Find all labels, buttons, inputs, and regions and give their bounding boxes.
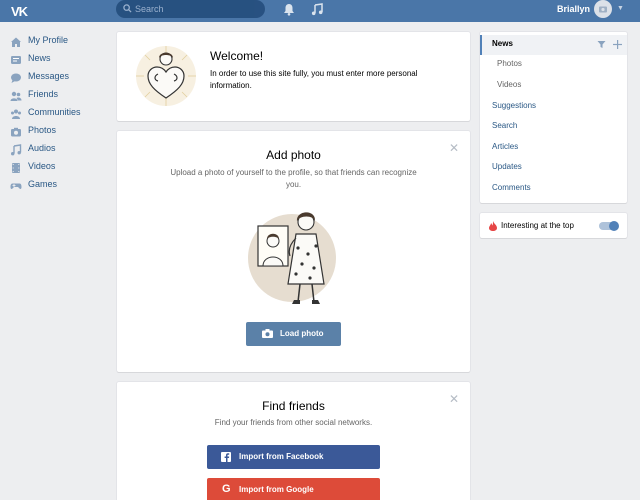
bell-icon[interactable]	[283, 3, 295, 16]
find-friends-title: Find friends	[262, 399, 325, 413]
home-icon	[11, 37, 21, 47]
sidebar-item-label: Games	[28, 179, 58, 189]
search-icon	[123, 4, 132, 13]
interesting-toggle-card[interactable]: Interesting at the top	[480, 213, 627, 238]
sidebar-item-photos[interactable]: Photos	[10, 124, 105, 142]
welcome-title: Welcome!	[210, 49, 264, 63]
add-photo-illustration	[248, 212, 336, 304]
find-friends-card: ✕ Find friends Find your friends from ot…	[117, 382, 470, 500]
sidebar-item-label: News	[28, 53, 51, 63]
sidebar-item-games[interactable]: Games	[10, 178, 105, 196]
sidebar-item-label: Audios	[28, 143, 56, 153]
communities-icon	[11, 109, 21, 119]
sidebar-item-label: My Profile	[28, 35, 69, 45]
right-nav-label: Videos	[497, 80, 522, 89]
fire-icon	[489, 221, 497, 231]
right-nav-label: News	[492, 39, 513, 48]
right-nav: News Photos Videos Suggestions Search Ar…	[480, 32, 627, 203]
google-icon: G	[222, 483, 231, 495]
music-icon	[11, 144, 22, 156]
import-facebook-label: Import from Facebook	[239, 452, 324, 461]
camera-icon	[599, 6, 607, 13]
sidebar-item-news[interactable]: News	[10, 52, 105, 70]
sidebar-item-audios[interactable]: Audios	[10, 142, 105, 160]
filter-icon[interactable]	[597, 40, 606, 49]
toggle-knob	[609, 221, 619, 231]
welcome-card: Welcome! In order to use this site fully…	[117, 32, 470, 121]
right-nav-label: Updates	[492, 162, 522, 171]
add-photo-subtitle: Upload a photo of yourself to the profil…	[170, 168, 417, 189]
right-nav-label: Photos	[497, 59, 522, 68]
sidebar-item-messages[interactable]: Messages	[10, 70, 105, 88]
sidebar-item-videos[interactable]: Videos	[10, 160, 105, 178]
sidebar-item-label: Photos	[28, 125, 57, 135]
right-nav-item-suggestions[interactable]: Suggestions	[480, 97, 627, 117]
camera-icon	[11, 127, 21, 137]
right-nav-item-photos[interactable]: Photos	[480, 55, 627, 75]
welcome-illustration	[136, 46, 196, 106]
sidebar-item-label: Friends	[28, 89, 59, 99]
load-photo-label: Load photo	[280, 329, 324, 338]
sidebar-item-friends[interactable]: Friends	[10, 88, 105, 106]
right-nav-item-articles[interactable]: Articles	[480, 138, 627, 158]
messages-icon	[11, 73, 21, 83]
find-friends-subtitle: Find your friends from other social netw…	[214, 418, 373, 427]
search-input[interactable]: Search	[135, 4, 164, 14]
plus-icon[interactable]	[613, 40, 622, 49]
interesting-label: Interesting at the top	[501, 221, 574, 230]
friends-icon	[10, 91, 22, 101]
camera-icon	[262, 329, 273, 338]
right-nav-label: Search	[492, 121, 518, 130]
right-nav-label: Comments	[492, 183, 531, 192]
right-nav-item-news[interactable]: News	[480, 35, 627, 55]
import-google-button[interactable]: G Import from Google	[207, 478, 380, 500]
right-nav-item-videos[interactable]: Videos	[480, 76, 627, 96]
right-nav-label: Articles	[492, 142, 519, 151]
video-icon	[12, 163, 20, 173]
vk-logo[interactable]: VK	[11, 4, 28, 19]
welcome-text: In order to use this site fully, you mus…	[210, 69, 418, 90]
sidebar-item-label: Messages	[28, 71, 70, 81]
avatar[interactable]	[594, 0, 612, 18]
interesting-toggle[interactable]	[599, 221, 619, 231]
right-nav-label: Suggestions	[492, 101, 537, 110]
import-facebook-button[interactable]: Import from Facebook	[207, 445, 380, 469]
music-icon[interactable]	[311, 3, 323, 16]
right-nav-item-search[interactable]: Search	[480, 117, 627, 137]
sidebar-item-label: Communities	[28, 107, 81, 117]
load-photo-button[interactable]: Load photo	[246, 322, 341, 346]
sidebar-item-communities[interactable]: Communities	[10, 106, 105, 124]
right-nav-item-comments[interactable]: Comments	[480, 179, 627, 199]
add-photo-card: ✕ Add photo Upload a photo of yourself t…	[117, 131, 470, 372]
chevron-down-icon[interactable]: ▼	[617, 5, 624, 12]
facebook-icon	[221, 452, 231, 462]
search-box[interactable]: Search	[116, 0, 265, 18]
news-icon	[11, 56, 21, 64]
import-google-label: Import from Google	[239, 485, 314, 494]
gamepad-icon	[10, 183, 22, 189]
add-photo-title: Add photo	[266, 148, 321, 162]
top-bar: VK Search Briallyn ▼	[0, 0, 640, 22]
sidebar-item-my-profile[interactable]: My Profile	[10, 34, 105, 52]
left-menu: My Profile News Messages Friends Communi…	[10, 34, 105, 196]
sidebar-item-label: Videos	[28, 161, 56, 171]
user-name[interactable]: Briallyn	[557, 4, 590, 14]
right-nav-item-updates[interactable]: Updates	[480, 158, 627, 178]
